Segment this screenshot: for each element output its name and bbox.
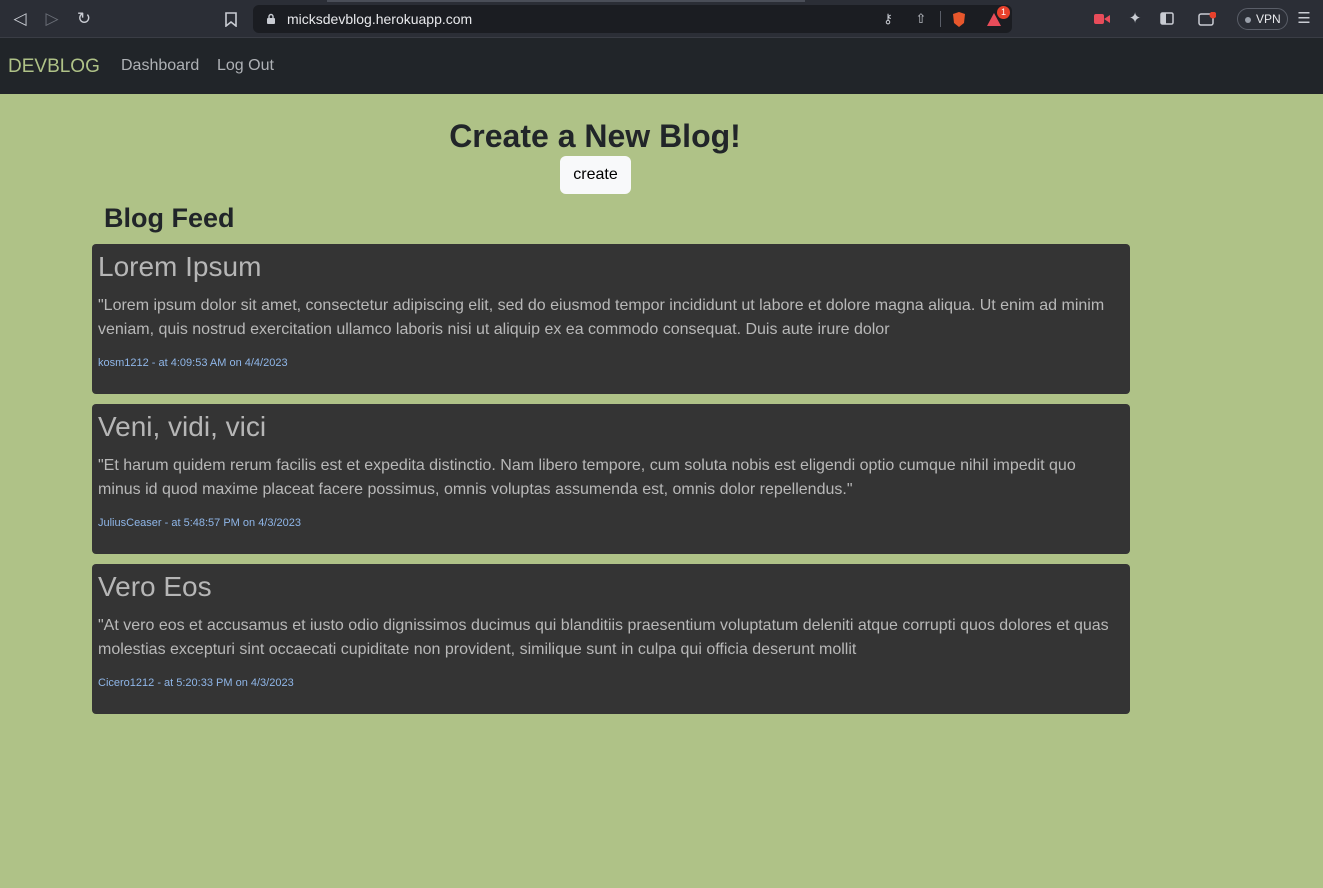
vpn-label: VPN: [1256, 12, 1281, 26]
create-blog-heading: Create a New Blog!: [449, 118, 741, 154]
lock-icon: [262, 10, 280, 28]
blog-post-card[interactable]: Vero Eos "At vero eos et accusamus et iu…: [92, 564, 1130, 714]
menu-icon[interactable]: ☰: [1294, 9, 1314, 29]
brave-shield-icon[interactable]: [950, 10, 968, 28]
post-meta: kosm1212 - at 4:09:53 AM on 4/4/2023: [98, 357, 288, 369]
nav-link-logout[interactable]: Log Out: [217, 57, 274, 75]
forward-icon[interactable]: ▷: [42, 9, 62, 29]
bookmark-icon[interactable]: [221, 9, 241, 29]
post-body: "Lorem ipsum dolor sit amet, consectetur…: [98, 297, 1105, 338]
nav-link-dashboard[interactable]: Dashboard: [121, 57, 199, 75]
brand-link[interactable]: DEVBLOG: [8, 56, 100, 78]
brave-rewards-icon[interactable]: 1: [985, 6, 1010, 28]
url-text: micksdevblog.herokuapp.com: [287, 11, 473, 27]
blog-post-card[interactable]: Lorem Ipsum "Lorem ipsum dolor sit amet,…: [92, 244, 1130, 394]
post-title[interactable]: Lorem Ipsum: [98, 251, 261, 283]
blog-post-card[interactable]: Veni, vidi, vici "Et harum quidem rerum …: [92, 404, 1130, 554]
share-icon[interactable]: ⇧: [912, 10, 930, 28]
wallet-icon[interactable]: [1197, 9, 1217, 29]
post-body: "At vero eos et accusamus et iusto odio …: [98, 617, 1109, 658]
create-button[interactable]: create: [560, 156, 631, 194]
extensions-icon[interactable]: ✦: [1125, 9, 1145, 29]
post-title[interactable]: Veni, vidi, vici: [98, 411, 266, 443]
vpn-button[interactable]: VPN: [1237, 8, 1288, 30]
blog-feed-heading: Blog Feed: [104, 203, 235, 233]
media-icon[interactable]: [1092, 9, 1112, 29]
post-meta: JuliusCeaser - at 5:48:57 PM on 4/3/2023: [98, 517, 302, 529]
address-bar[interactable]: micksdevblog.herokuapp.com ⚷ ⇧ 1: [253, 5, 1012, 33]
browser-toolbar: ◁ ▷ ↻ micksdevblog.herokuapp.com ⚷ ⇧ 1 ✦…: [0, 0, 1323, 38]
alert-count-badge: 1: [997, 6, 1010, 19]
tab-strip: [327, 0, 805, 2]
post-title[interactable]: Vero Eos: [98, 571, 212, 603]
url-divider: [940, 11, 941, 27]
reload-icon[interactable]: ↻: [74, 9, 94, 29]
site-navbar: DEVBLOG Dashboard Log Out: [0, 38, 1323, 94]
key-icon[interactable]: ⚷: [879, 10, 897, 28]
post-body: "Et harum quidem rerum facilis est et ex…: [98, 457, 1076, 498]
post-meta: Cicero1212 - at 5:20:33 PM on 4/3/2023: [98, 677, 294, 689]
vpn-status-icon: [1245, 17, 1251, 23]
sidebar-icon[interactable]: [1157, 9, 1177, 29]
back-icon[interactable]: ◁: [10, 9, 30, 29]
